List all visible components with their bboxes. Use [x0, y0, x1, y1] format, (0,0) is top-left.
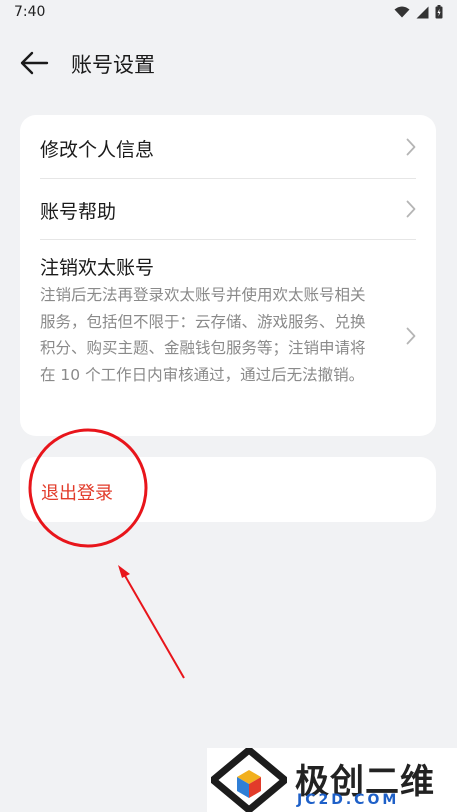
- signal-icon: [416, 6, 429, 18]
- battery-icon: [435, 5, 443, 19]
- chevron-right-icon: [406, 327, 416, 345]
- settings-item-label: 账号帮助: [40, 201, 117, 223]
- settings-item-label: 注销欢太账号: [40, 257, 155, 279]
- status-bar: 7:40: [0, 0, 457, 26]
- wifi-icon: [394, 6, 410, 18]
- chevron-right-icon: [406, 200, 416, 218]
- settings-item-edit-profile[interactable]: 修改个人信息: [40, 115, 416, 178]
- status-time: 7:40: [14, 4, 46, 20]
- settings-card: 修改个人信息 账号帮助 注销欢太账号 注销后无法再登录欢太账号并使用欢太账号相关…: [20, 115, 436, 436]
- settings-item-description: 注销后无法再登录欢太账号并使用欢太账号相关服务，包括但不限于：云存储、游戏服务、…: [40, 286, 366, 384]
- cube-logo-icon: [211, 748, 287, 812]
- annotation-arrow: [118, 565, 185, 679]
- watermark-url: JC2D.COM: [297, 792, 400, 808]
- back-button[interactable]: [18, 48, 50, 78]
- logout-button[interactable]: 退出登录: [20, 457, 436, 522]
- settings-item-account-help[interactable]: 账号帮助: [40, 179, 416, 239]
- settings-item-label: 修改个人信息: [40, 139, 155, 161]
- chevron-right-icon: [406, 138, 416, 156]
- settings-item-delete-account[interactable]: 注销欢太账号 注销后无法再登录欢太账号并使用欢太账号相关服务，包括但不限于：云存…: [40, 240, 416, 430]
- logout-label: 退出登录: [41, 483, 113, 504]
- back-arrow-icon: [20, 51, 49, 75]
- watermark: 极创二维 JC2D.COM: [207, 748, 457, 812]
- page-title: 账号设置: [71, 53, 155, 77]
- status-icons: [394, 5, 443, 19]
- app-bar: 账号设置: [0, 40, 457, 86]
